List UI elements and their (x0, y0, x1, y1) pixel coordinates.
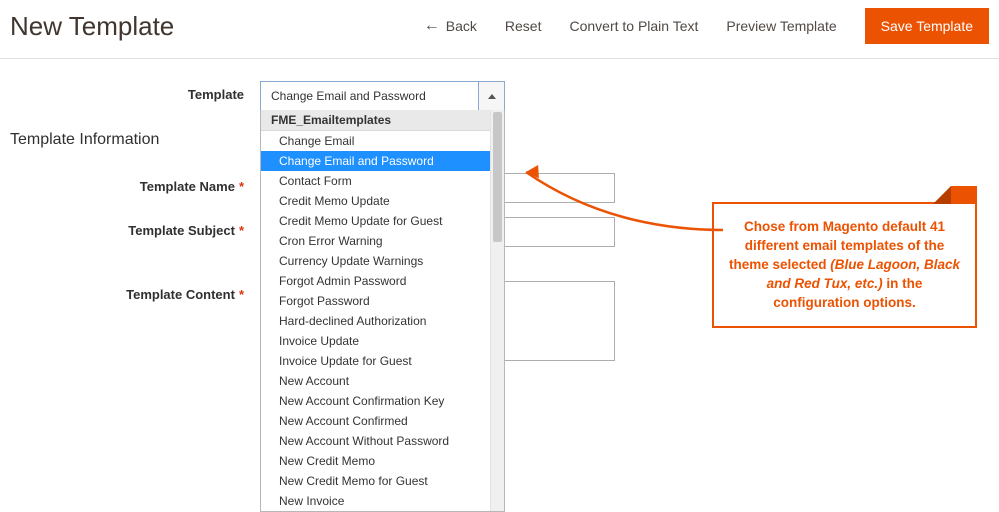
callout-fold-icon (933, 186, 951, 204)
dropdown-scrollbar[interactable] (490, 110, 504, 511)
dropdown-item[interactable]: Invoice Update for Guest (261, 351, 504, 371)
content-label: Template Content * (10, 281, 260, 302)
required-asterisk: * (239, 179, 244, 194)
dropdown-item[interactable]: Invoice Update (261, 331, 504, 351)
dropdown-item[interactable]: Forgot Password (261, 291, 504, 311)
name-label: Template Name * (10, 173, 260, 194)
dropdown-item[interactable]: Contact Form (261, 171, 504, 191)
subject-label-text: Template Subject (128, 223, 235, 238)
page-title: New Template (10, 11, 174, 42)
convert-button[interactable]: Convert to Plain Text (569, 18, 698, 34)
dropdown-item[interactable]: New Credit Memo (261, 451, 504, 471)
preview-label: Preview Template (726, 18, 836, 34)
name-label-text: Template Name (140, 179, 235, 194)
required-asterisk: * (239, 287, 244, 302)
required-asterisk: * (239, 223, 244, 238)
reset-button[interactable]: Reset (505, 18, 542, 34)
template-field: Change Email and Password FME_Emailtempl… (260, 81, 989, 111)
template-select-display[interactable]: Change Email and Password (260, 81, 505, 111)
page-header: New Template ← Back Reset Convert to Pla… (0, 0, 999, 59)
template-select-toggle[interactable] (478, 82, 504, 110)
subject-label: Template Subject * (10, 217, 260, 238)
dropdown-group-header: FME_Emailtemplates (261, 110, 504, 131)
dropdown-item[interactable]: Credit Memo Update for Guest (261, 211, 504, 231)
chevron-up-icon (488, 94, 496, 99)
callout-corner-icon (951, 186, 977, 204)
back-label: Back (446, 18, 477, 34)
preview-button[interactable]: Preview Template (726, 18, 836, 34)
reset-label: Reset (505, 18, 542, 34)
header-actions: ← Back Reset Convert to Plain Text Previ… (424, 8, 989, 44)
template-select[interactable]: Change Email and Password FME_Emailtempl… (260, 81, 505, 111)
annotation-callout: Chose from Magento default 41 different … (712, 202, 977, 328)
dropdown-scrollbar-thumb[interactable] (493, 112, 502, 242)
back-arrow-icon: ← (424, 18, 440, 34)
dropdown-item[interactable]: New Credit Memo for Guest (261, 471, 504, 491)
content-label-text: Template Content (126, 287, 235, 302)
dropdown-item[interactable]: New Account Confirmation Key (261, 391, 504, 411)
dropdown-item[interactable]: New Invoice (261, 491, 504, 511)
dropdown-item[interactable]: Cron Error Warning (261, 231, 504, 251)
save-button[interactable]: Save Template (865, 8, 989, 44)
dropdown-item[interactable]: New Account (261, 371, 504, 391)
dropdown-item[interactable]: Currency Update Warnings (261, 251, 504, 271)
dropdown-item[interactable]: Change Email (261, 131, 504, 151)
template-select-value: Change Email and Password (261, 82, 478, 110)
dropdown-item[interactable]: Forgot Admin Password (261, 271, 504, 291)
dropdown-item[interactable]: Credit Memo Update (261, 191, 504, 211)
convert-label: Convert to Plain Text (569, 18, 698, 34)
dropdown-item[interactable]: Hard-declined Authorization (261, 311, 504, 331)
dropdown-item[interactable]: New Account Without Password (261, 431, 504, 451)
template-label: Template (10, 81, 260, 102)
dropdown-item[interactable]: New Account Confirmed (261, 411, 504, 431)
dropdown-item[interactable]: Change Email and Password (261, 151, 504, 171)
template-dropdown[interactable]: FME_Emailtemplates Change EmailChange Em… (260, 110, 505, 512)
back-button[interactable]: ← Back (424, 18, 477, 34)
template-row: Template Change Email and Password FME_E… (10, 81, 989, 111)
